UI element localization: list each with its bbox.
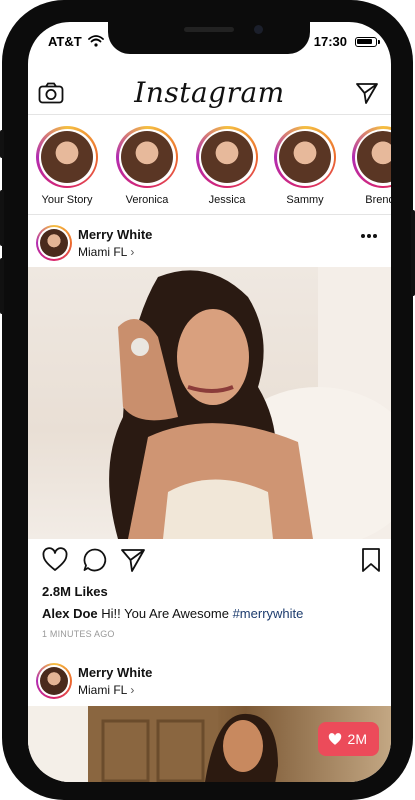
comment-username[interactable]: Alex Doe [42,606,98,621]
bookmark-icon[interactable] [358,547,384,573]
avatar [279,131,331,183]
story-ring [36,126,98,188]
location-label: Miami FL [78,245,128,259]
instagram-logo: Instagram [134,76,285,109]
front-camera [254,25,263,34]
power-button [411,210,415,296]
like-count[interactable]: 2.8M Likes [42,584,108,599]
story-label: Sammy [286,194,324,206]
screen: AT&T 17:30 Instagram Your Story Veronica… [28,22,391,782]
share-icon[interactable] [120,547,146,573]
wifi-icon [88,35,104,47]
mute-switch [0,130,4,158]
volume-down-button [0,258,4,314]
post-header: Merry White Miami FL › [28,222,391,268]
story-ring [196,126,258,188]
avatar [357,131,391,183]
post-location[interactable]: Miami FL › [78,683,134,697]
post-photo-image [109,267,391,539]
battery-icon [355,37,380,47]
post-header: Merry White Miami FL › [28,660,391,706]
speaker-grille [184,27,234,32]
avatar[interactable] [36,225,72,261]
story-your-story[interactable]: Your Story [34,126,100,206]
send-icon[interactable] [355,81,379,105]
hashtag-link[interactable]: #merrywhite [233,606,304,621]
volume-up-button [0,190,4,246]
post-username[interactable]: Merry White [78,665,152,680]
avatar-face [40,229,68,257]
story-ring [116,126,178,188]
post-location[interactable]: Miami FL › [78,245,134,259]
heart-icon [328,732,341,745]
post-username[interactable]: Merry White [78,227,152,242]
comment-text: Hi!! You Are Awesome [101,606,229,621]
stories-tray: Your Story Veronica Jessica Sammy Brenda [28,122,391,215]
chevron-right-icon: › [130,245,135,259]
location-label: Miami FL [78,683,128,697]
post-timestamp: 1 MINUTES AGO [42,629,115,639]
comment-icon[interactable] [82,547,108,573]
story-label: Jessica [208,194,246,206]
app-header: Instagram [28,70,391,115]
story-ring [352,126,391,188]
story-sammy[interactable]: Sammy [272,126,338,206]
comment: Alex Doe Hi!! You Are Awesome #merrywhit… [42,606,303,621]
post-photo[interactable] [28,267,391,539]
like-heart-icon[interactable] [42,547,68,573]
story-label: Brenda [365,194,391,206]
chevron-right-icon: › [130,683,135,697]
more-options-button[interactable] [361,234,377,240]
avatar [41,131,93,183]
avatar[interactable] [36,663,72,699]
story-jessica[interactable]: Jessica [194,126,260,206]
avatar [121,131,173,183]
like-badge-count: 2M [347,731,367,747]
carrier-label: AT&T [48,34,82,49]
post-actions [28,547,391,581]
story-brenda[interactable]: Brenda [350,126,391,206]
avatar-face [40,667,68,695]
story-label: Veronica [125,194,169,206]
like-notification-badge[interactable]: 2M [317,722,379,756]
avatar [201,131,253,183]
story-veronica[interactable]: Veronica [114,126,180,206]
story-ring [274,126,336,188]
story-label: Your Story [41,194,93,206]
phone-frame: AT&T 17:30 Instagram Your Story Veronica… [0,0,415,800]
clock: 17:30 [313,34,347,49]
notch [108,22,310,54]
